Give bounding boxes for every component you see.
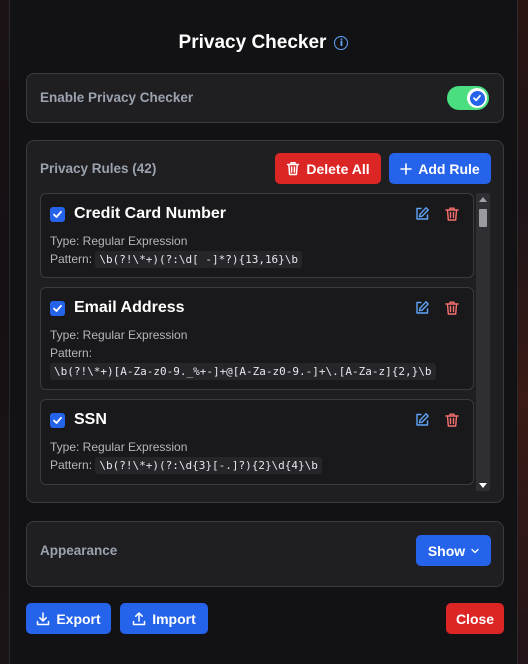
rule-type: Type: Regular Expression <box>50 440 188 454</box>
rule-name: Email Address <box>74 299 185 316</box>
download-icon <box>37 611 50 625</box>
scroll-down-arrow-icon[interactable] <box>476 479 490 491</box>
trash-icon[interactable] <box>444 300 460 316</box>
background-right <box>518 0 528 664</box>
trash-icon[interactable] <box>444 412 460 428</box>
delete-all-button[interactable]: Delete All <box>275 153 381 184</box>
rule-item-email: Email Address Type: Regular Expression P… <box>40 287 474 390</box>
upload-icon <box>132 611 146 625</box>
page-title: Privacy Checker <box>178 32 327 53</box>
rule-item-ssn: SSN Type: Regular Expression Pattern: \b… <box>40 399 474 485</box>
import-button[interactable]: Import <box>120 603 208 634</box>
add-rule-label: Add Rule <box>418 160 480 177</box>
rule-checkbox[interactable] <box>50 413 65 428</box>
rule-checkbox[interactable] <box>50 207 65 222</box>
rule-pattern: \b(?!\*+)(?:\d{3}[-.]?){2}\d{4}\b <box>95 457 322 474</box>
rule-name: SSN <box>74 411 107 428</box>
delete-all-label: Delete All <box>306 160 370 177</box>
edit-icon[interactable] <box>414 300 430 316</box>
info-icon[interactable]: i <box>334 36 349 50</box>
privacy-checker-dialog: Privacy Checker i Enable Privacy Checker… <box>9 0 518 664</box>
rule-pattern-row: Pattern: \b(?!\*+)(?:\d[ -]*?){13,16}\b <box>50 251 303 268</box>
rules-scrollbar[interactable] <box>476 193 490 491</box>
scroll-up-arrow-icon[interactable] <box>476 193 490 205</box>
title-row: Privacy Checker i <box>10 30 517 56</box>
check-icon <box>53 416 62 424</box>
rule-type: Type: Regular Expression <box>50 234 188 248</box>
appearance-label: Appearance <box>40 543 118 558</box>
close-button[interactable]: Close <box>446 603 504 634</box>
edit-icon[interactable] <box>414 206 430 222</box>
close-label: Close <box>455 610 495 627</box>
import-label: Import <box>152 610 196 627</box>
check-icon <box>469 90 485 106</box>
appearance-section: Appearance Show <box>26 521 504 587</box>
rule-pattern-row: \b(?!\*+)[A-Za-z0-9._%+-]+@[A-Za-z0-9.-]… <box>50 363 436 380</box>
rule-type: Type: Regular Expression <box>50 328 188 342</box>
trash-icon[interactable] <box>444 206 460 222</box>
rule-pattern-row: Pattern: \b(?!\*+)(?:\d{3}[-.]?){2}\d{4}… <box>50 457 322 474</box>
chevron-down-icon <box>471 548 479 553</box>
rule-pattern: \b(?!\*+)(?:\d[ -]*?){13,16}\b <box>95 251 303 268</box>
enable-toggle[interactable] <box>447 86 489 110</box>
trash-icon <box>287 162 300 176</box>
enable-label: Enable Privacy Checker <box>40 90 194 105</box>
pattern-label: Pattern: <box>50 252 93 266</box>
rules-title: Privacy Rules (42) <box>40 161 157 176</box>
scrollbar-thumb[interactable] <box>479 209 487 227</box>
rule-checkbox[interactable] <box>50 301 65 316</box>
edit-icon[interactable] <box>414 412 430 428</box>
enable-section: Enable Privacy Checker <box>26 73 504 123</box>
rules-list: Credit Card Number Type: Regular Express… <box>40 193 476 485</box>
rule-name: Credit Card Number <box>74 205 227 222</box>
plus-icon <box>400 162 413 175</box>
rule-item-credit-card: Credit Card Number Type: Regular Express… <box>40 193 474 278</box>
privacy-rules-section: Privacy Rules (42) Delete All Add Rule C… <box>26 140 504 503</box>
check-icon <box>53 210 62 218</box>
check-icon <box>53 304 62 312</box>
show-label: Show <box>427 542 466 559</box>
pattern-label: Pattern: <box>50 346 93 360</box>
rule-pattern: \b(?!\*+)[A-Za-z0-9._%+-]+@[A-Za-z0-9.-]… <box>50 363 436 380</box>
add-rule-button[interactable]: Add Rule <box>389 153 491 184</box>
export-button[interactable]: Export <box>26 603 111 634</box>
pattern-label: Pattern: <box>50 458 93 472</box>
show-appearance-button[interactable]: Show <box>416 535 491 566</box>
export-label: Export <box>56 610 101 627</box>
toggle-knob <box>467 88 487 108</box>
